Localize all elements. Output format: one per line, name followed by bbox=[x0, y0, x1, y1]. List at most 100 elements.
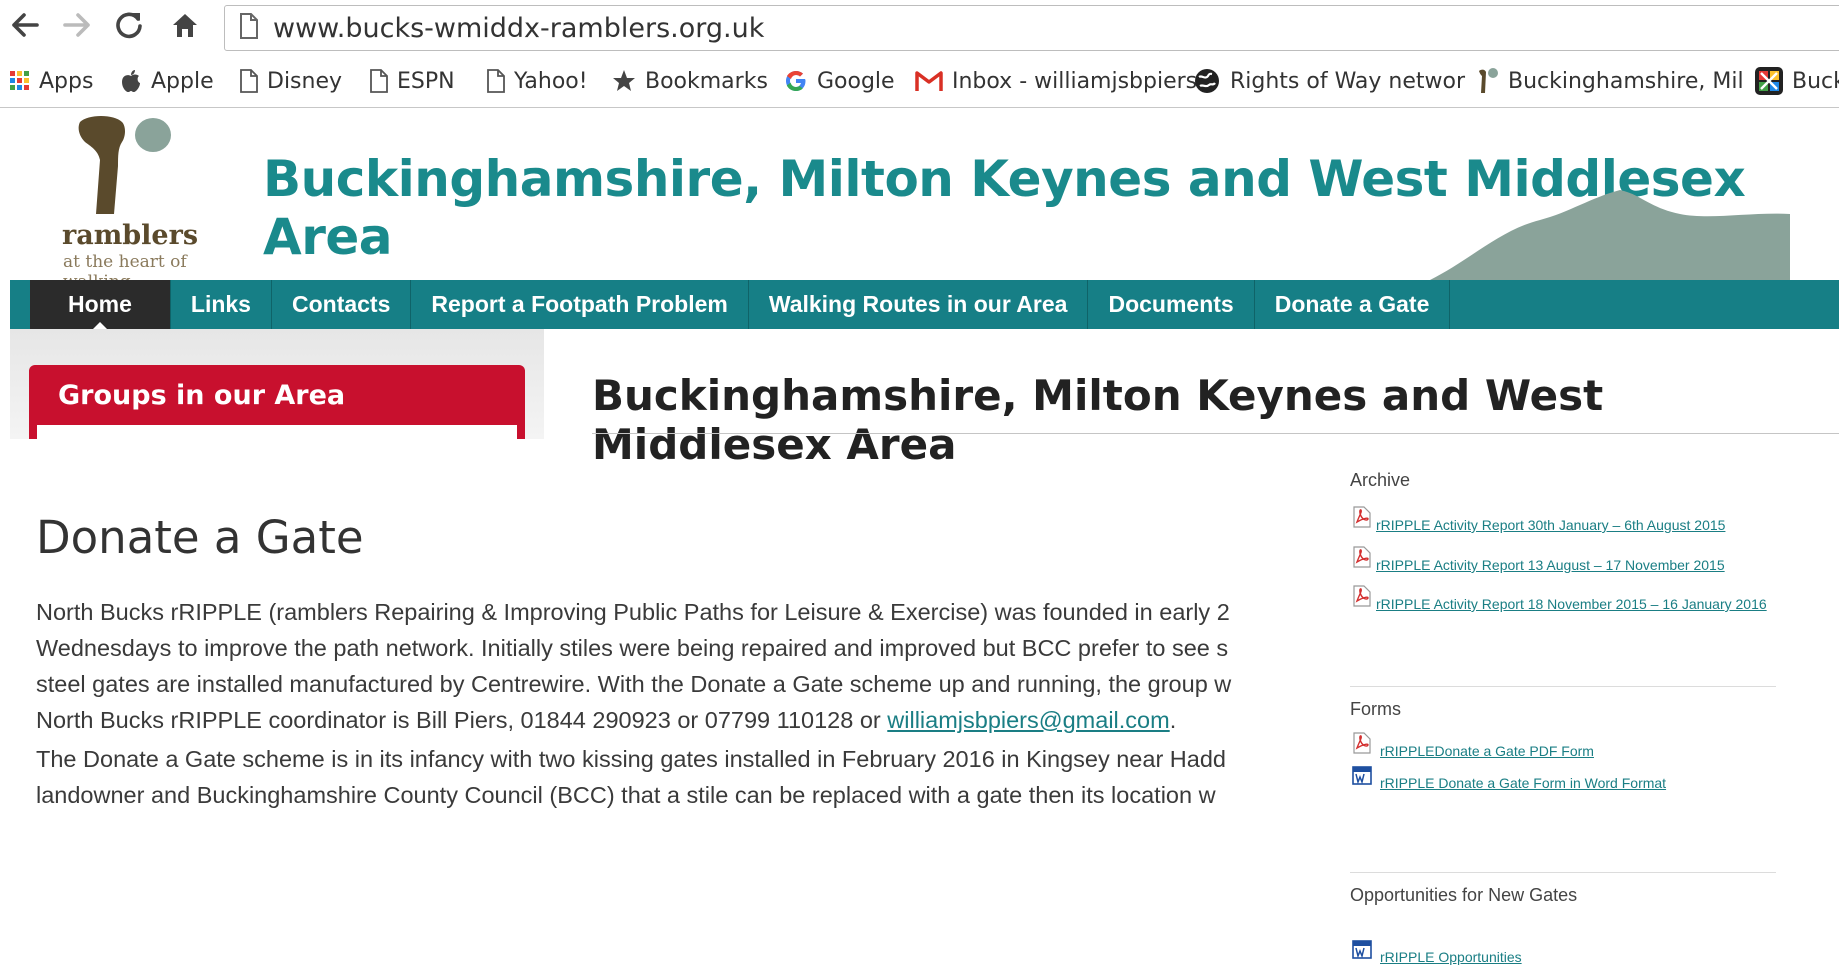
menu-item-report-footpath[interactable]: Report a Footpath Problem bbox=[411, 280, 749, 329]
paragraph-line: North Bucks rRIPPLE coordinator is Bill … bbox=[36, 702, 1270, 738]
archive-heading: Archive bbox=[1350, 470, 1411, 490]
colorful-app-icon bbox=[1755, 67, 1783, 95]
ramblers-icon bbox=[1475, 67, 1499, 95]
archive-doc-3[interactable]: rRIPPLE Activity Report 18 November 2015… bbox=[1352, 585, 1767, 612]
groups-title: Groups in our Area bbox=[58, 380, 346, 411]
back-button[interactable] bbox=[8, 8, 42, 46]
document-sidebar: Archive rRIPPLE Activity Report 30th Jan… bbox=[1350, 439, 1780, 968]
menu-item-walking-routes[interactable]: Walking Routes in our Area bbox=[749, 280, 1089, 329]
bookmark-buck[interactable]: Buck bbox=[1755, 64, 1839, 98]
menu-item-contacts[interactable]: Contacts bbox=[272, 280, 412, 329]
divider bbox=[1350, 686, 1776, 687]
header-band: Groups in our Area Buckinghamshire, Milt… bbox=[10, 329, 1839, 469]
home-button[interactable] bbox=[168, 8, 202, 46]
forms-heading: Forms bbox=[1350, 699, 1401, 719]
gmail-icon bbox=[915, 70, 943, 92]
reload-button[interactable] bbox=[112, 8, 146, 46]
paragraph-line: landowner and Buckinghamshire County Cou… bbox=[36, 782, 1216, 808]
browser-toolbar: www.bucks-wmiddx-ramblers.org.uk bbox=[0, 0, 1839, 56]
doc-link[interactable]: rRIPPLE Opportunities bbox=[1380, 949, 1522, 965]
bookmark-label: Apple bbox=[151, 68, 214, 94]
paragraph-line: North Bucks rRIPPLE (ramblers Repairing … bbox=[36, 599, 1230, 625]
bookmark-bookmarks[interactable]: Bookmarks bbox=[612, 64, 768, 98]
pdf-icon bbox=[1352, 546, 1372, 573]
main-menu: Home Links Contacts Report a Footpath Pr… bbox=[10, 280, 1839, 329]
paragraph-line: steel gates are installed manufactured b… bbox=[36, 671, 1232, 697]
bookmark-label: ESPN bbox=[397, 68, 455, 94]
menu-label: Report a Footpath Problem bbox=[431, 291, 728, 317]
doc-link[interactable]: rRIPPLE Activity Report 18 November 2015… bbox=[1376, 596, 1767, 612]
menu-item-links[interactable]: Links bbox=[171, 280, 272, 329]
pdf-icon bbox=[1352, 585, 1372, 612]
menu-label: Walking Routes in our Area bbox=[768, 291, 1068, 317]
doc-link[interactable]: rRIPPLE Activity Report 13 August – 17 N… bbox=[1376, 557, 1725, 573]
page-title: Donate a Gate bbox=[36, 511, 364, 564]
archive-doc-2[interactable]: rRIPPLE Activity Report 13 August – 17 N… bbox=[1352, 546, 1725, 573]
groups-box: Groups in our Area bbox=[29, 365, 525, 439]
forward-button[interactable] bbox=[60, 8, 94, 46]
url-text: www.bucks-wmiddx-ramblers.org.uk bbox=[273, 12, 765, 44]
page-icon bbox=[239, 12, 259, 44]
menu-item-documents[interactable]: Documents bbox=[1088, 280, 1255, 329]
main-content: Donate a Gate North Bucks rRIPPLE (rambl… bbox=[0, 439, 1270, 968]
punctuation: . bbox=[1169, 707, 1177, 733]
ramblers-logo[interactable]: ramblers at the heart of walking bbox=[10, 108, 250, 292]
doc-link[interactable]: rRIPPLE Donate a Gate Form in Word Forma… bbox=[1380, 775, 1666, 791]
bookmark-disney[interactable]: Disney bbox=[240, 64, 342, 98]
apps-grid-icon bbox=[10, 71, 30, 91]
hill-decoration bbox=[1430, 190, 1790, 280]
divider bbox=[592, 433, 1839, 434]
paragraph-line: Wednesdays to improve the path network. … bbox=[36, 635, 1229, 661]
bookmarks-bar: Apps Apple Disney ESPN Yahoo! Bookmarks bbox=[0, 56, 1839, 108]
google-icon bbox=[784, 69, 808, 93]
pdf-icon bbox=[1352, 732, 1376, 759]
scheme-paragraph: The Donate a Gate scheme is in its infan… bbox=[36, 741, 1270, 813]
bookmark-espn[interactable]: ESPN bbox=[370, 64, 455, 98]
forms-doc-1[interactable]: rRIPPLEDonate a Gate PDF Form bbox=[1352, 732, 1594, 759]
bookmark-label: Disney bbox=[267, 68, 343, 94]
logo-text: ramblers bbox=[62, 220, 199, 251]
menu-label: Documents bbox=[1108, 291, 1234, 317]
menu-item-donate-gate[interactable]: Donate a Gate bbox=[1255, 280, 1451, 329]
bookmark-rights-of-way[interactable]: Rights of Way networ bbox=[1193, 64, 1465, 98]
opportunities-heading: Opportunities for New Gates bbox=[1350, 885, 1578, 905]
page-icon bbox=[487, 69, 505, 93]
page-icon bbox=[240, 69, 258, 93]
site-header: ramblers at the heart of walking Bucking… bbox=[10, 108, 1839, 292]
word-doc-icon bbox=[1352, 940, 1376, 965]
divider bbox=[1350, 872, 1776, 873]
doc-link[interactable]: rRIPPLEDonate a Gate PDF Form bbox=[1380, 743, 1594, 759]
forms-doc-2[interactable]: rRIPPLE Donate a Gate Form in Word Forma… bbox=[1352, 766, 1666, 791]
bookmark-label: Buckinghamshire, Mil bbox=[1508, 68, 1744, 94]
menu-item-home[interactable]: Home bbox=[30, 280, 171, 329]
back-arrow-icon bbox=[10, 11, 40, 44]
menu-label: Contacts bbox=[291, 291, 391, 317]
bookmark-buckinghamshire[interactable]: Buckinghamshire, Mil bbox=[1475, 64, 1744, 98]
bookmark-inbox[interactable]: Inbox - williamjsbpiers bbox=[915, 64, 1197, 98]
page-icon bbox=[370, 69, 388, 93]
url-bar[interactable]: www.bucks-wmiddx-ramblers.org.uk bbox=[224, 5, 1839, 51]
bookmark-yahoo[interactable]: Yahoo! bbox=[487, 64, 588, 98]
star-icon bbox=[612, 69, 636, 93]
menu-label: Links bbox=[190, 291, 251, 317]
bookmark-label: Bookmarks bbox=[645, 68, 768, 94]
bookmark-apps[interactable]: Apps bbox=[10, 64, 93, 98]
email-link[interactable]: williamjsbpiers@gmail.com bbox=[887, 707, 1169, 733]
bookmark-label: Yahoo! bbox=[514, 68, 588, 94]
menu-label: Donate a Gate bbox=[1274, 291, 1430, 317]
bookmark-apple[interactable]: Apple bbox=[120, 64, 214, 98]
bookmark-label: Rights of Way networ bbox=[1230, 68, 1466, 94]
opportunities-doc-1[interactable]: rRIPPLE Opportunities bbox=[1352, 940, 1522, 965]
doc-link[interactable]: rRIPPLE Activity Report 30th January – 6… bbox=[1376, 517, 1725, 533]
pdf-icon bbox=[1352, 506, 1372, 533]
bookmark-label: Inbox - williamjsbpiers bbox=[952, 68, 1198, 94]
home-icon bbox=[170, 10, 200, 45]
apple-icon bbox=[120, 69, 142, 93]
intro-paragraph: North Bucks rRIPPLE (ramblers Repairing … bbox=[36, 594, 1270, 738]
bookmark-label: Buck bbox=[1792, 68, 1839, 94]
paragraph-line: The Donate a Gate scheme is in its infan… bbox=[36, 746, 1226, 772]
forward-arrow-icon bbox=[62, 11, 92, 44]
archive-doc-1[interactable]: rRIPPLE Activity Report 30th January – 6… bbox=[1352, 506, 1725, 533]
word-doc-icon bbox=[1352, 766, 1376, 791]
bookmark-google[interactable]: Google bbox=[784, 64, 895, 98]
